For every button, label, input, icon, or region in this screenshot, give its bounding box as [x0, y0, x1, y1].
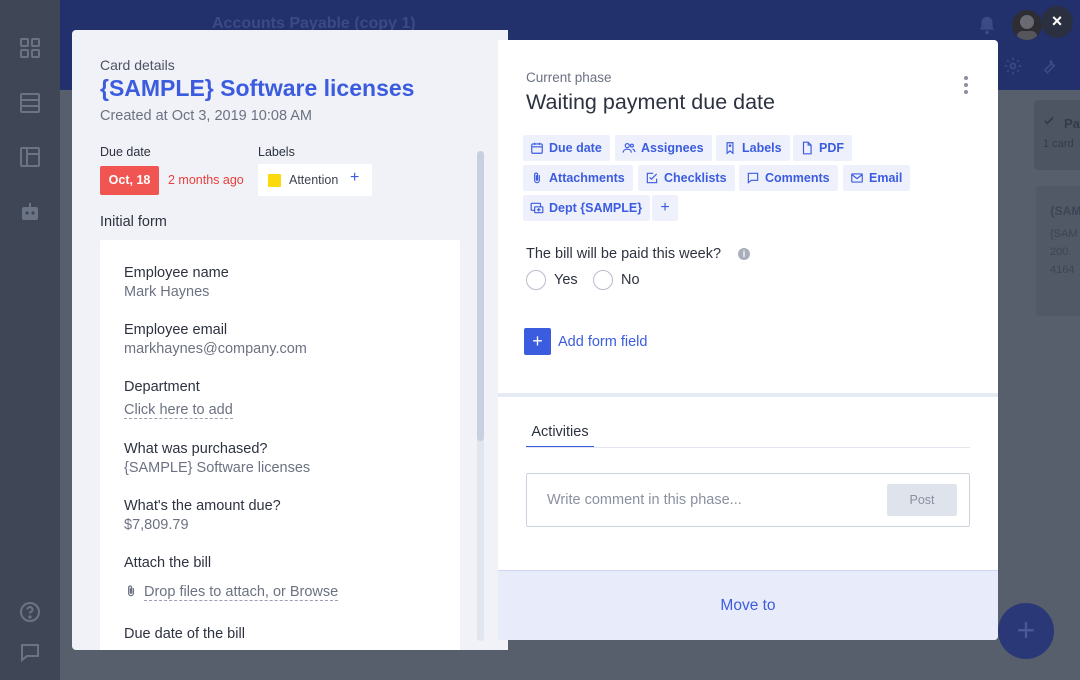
- paperclip-icon: [534, 172, 540, 184]
- checklists-button[interactable]: Checklists: [638, 165, 735, 191]
- calendar-icon: [531, 142, 543, 154]
- scrollbar-track[interactable]: [477, 151, 484, 641]
- check-icon: [1044, 116, 1054, 125]
- pdf-button[interactable]: PDF: [793, 135, 852, 161]
- radio-no-label[interactable]: No: [621, 272, 640, 288]
- add-toolbar-item-button[interactable]: +: [652, 195, 678, 221]
- document-icon: [802, 141, 812, 155]
- attach-bill-text: Drop files to attach, or Browse: [144, 584, 339, 601]
- checklist-icon: [646, 172, 658, 184]
- current-phase-panel: Current phase Waiting payment due date D…: [498, 40, 998, 640]
- database-icon[interactable]: [18, 91, 42, 115]
- attachments-button[interactable]: Attachments: [523, 165, 633, 191]
- dashboard-icon[interactable]: [18, 36, 42, 60]
- gear-icon[interactable]: [1003, 56, 1023, 76]
- layout-icon[interactable]: [18, 145, 42, 169]
- field-label: What was purchased?: [124, 441, 268, 457]
- board-card-line: 4164: [1050, 264, 1075, 276]
- field-label: Department: [124, 379, 200, 395]
- due-date-button[interactable]: Due date: [523, 135, 610, 161]
- attach-bill-dropzone[interactable]: Drop files to attach, or Browse: [124, 584, 339, 601]
- close-button[interactable]: ×: [1041, 6, 1073, 38]
- tab-divider: [526, 447, 970, 448]
- scrollbar-thumb[interactable]: [477, 151, 484, 441]
- add-label-button[interactable]: +: [350, 169, 359, 187]
- amount-due-value[interactable]: $7,809.79: [124, 517, 189, 533]
- move-to-button[interactable]: Move to: [498, 570, 998, 640]
- comment-box: Post: [526, 473, 970, 527]
- board-card-line: {SAM: [1050, 228, 1078, 240]
- assignees-button[interactable]: Assignees: [615, 135, 712, 161]
- department-add-link[interactable]: Click here to add: [124, 402, 233, 419]
- wrench-icon[interactable]: [1039, 56, 1059, 76]
- phase-column: [1034, 100, 1080, 170]
- purchased-value[interactable]: {SAMPLE} Software licenses: [124, 460, 310, 476]
- comment-input[interactable]: [527, 474, 877, 526]
- field-label: Due date of the bill: [124, 626, 245, 642]
- chat-icon[interactable]: [18, 640, 42, 664]
- due-date-badge[interactable]: Oct, 18: [100, 166, 159, 195]
- app-sidebar: [0, 0, 60, 680]
- tab-activities[interactable]: Activities: [526, 424, 594, 448]
- info-icon[interactable]: i: [738, 248, 750, 260]
- created-date: Created at Oct 3, 2019 10:08 AM: [100, 108, 312, 124]
- label-name: Attention: [289, 173, 339, 187]
- robot-icon[interactable]: [18, 200, 42, 224]
- board-card-line: 200.: [1050, 246, 1072, 258]
- employee-email-value[interactable]: markhaynes@company.com: [124, 341, 307, 357]
- add-form-field-button[interactable]: +: [524, 328, 551, 355]
- label-color-swatch: [268, 174, 281, 187]
- phase-column-title: Pa: [1064, 116, 1080, 131]
- post-button[interactable]: Post: [887, 484, 957, 516]
- tag-icon: [726, 142, 734, 155]
- initial-form: Employee name Mark Haynes Employee email…: [100, 240, 460, 650]
- comments-button[interactable]: Comments: [739, 165, 838, 191]
- bell-icon[interactable]: [976, 14, 998, 36]
- radio-no[interactable]: [593, 270, 613, 290]
- add-form-field-label[interactable]: Add form field: [558, 334, 647, 350]
- due-date-relative: 2 months ago: [168, 173, 244, 187]
- dept-connection-button[interactable]: Dept {SAMPLE}: [523, 195, 651, 221]
- paperclip-icon: [128, 585, 134, 597]
- labels-label: Labels: [258, 145, 295, 159]
- board-card-title: {SAM: [1050, 204, 1080, 218]
- field-label: Attach the bill: [124, 555, 212, 571]
- label-chip-attention[interactable]: Attention +: [258, 164, 372, 196]
- current-phase-label: Current phase: [526, 70, 612, 85]
- field-label: Employee name: [124, 265, 229, 281]
- connection-icon: [530, 202, 544, 214]
- comment-icon: [747, 172, 759, 184]
- due-date-label: Due date: [100, 145, 151, 159]
- add-card-fab[interactable]: +: [998, 603, 1054, 659]
- question-label: The bill will be paid this week?: [526, 246, 722, 262]
- radio-yes[interactable]: [526, 270, 546, 290]
- help-icon[interactable]: [18, 600, 42, 624]
- card-details-panel: Card details {SAMPLE} Software licenses …: [72, 30, 508, 650]
- email-button[interactable]: Email: [843, 165, 911, 191]
- more-options-icon[interactable]: [961, 76, 971, 98]
- phase-column-count: 1 card: [1043, 138, 1074, 150]
- radio-yes-label[interactable]: Yes: [554, 272, 578, 288]
- section-divider: [498, 393, 998, 397]
- initial-form-heading: Initial form: [100, 214, 167, 230]
- labels-button[interactable]: Labels: [716, 135, 790, 161]
- users-icon: [622, 143, 636, 153]
- card-details-label: Card details: [100, 57, 175, 73]
- field-label: What's the amount due?: [124, 498, 281, 514]
- avatar[interactable]: [1012, 10, 1042, 40]
- employee-name-value[interactable]: Mark Haynes: [124, 284, 209, 300]
- phase-title: Waiting payment due date: [526, 90, 775, 114]
- field-label: Employee email: [124, 322, 228, 338]
- card-title[interactable]: {SAMPLE} Software licenses: [100, 75, 414, 102]
- mail-icon: [851, 173, 863, 183]
